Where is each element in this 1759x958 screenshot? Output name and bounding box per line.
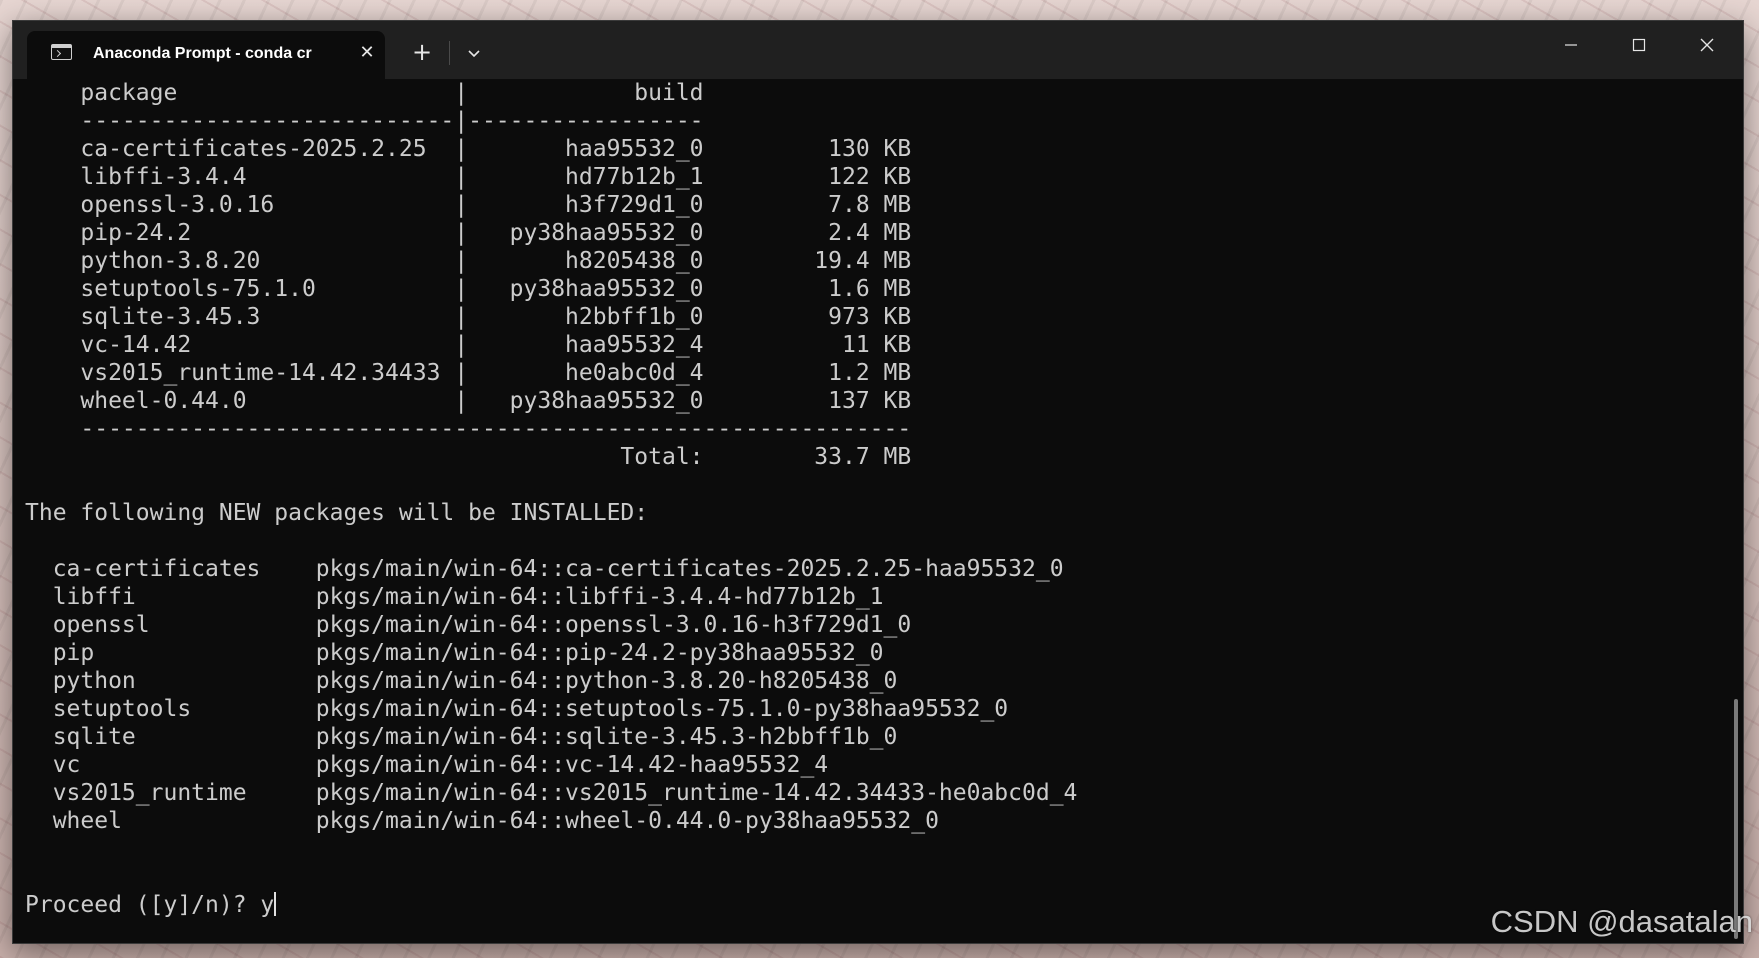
tab-anaconda-prompt[interactable]: Anaconda Prompt - conda cr ✕ bbox=[27, 31, 385, 79]
minimize-icon[interactable] bbox=[1537, 21, 1605, 69]
console-line: openssl pkgs/main/win-64::openssl-3.0.16… bbox=[25, 612, 912, 638]
console-line: Total: 33.7 MB bbox=[25, 444, 912, 470]
console-line: pip pkgs/main/win-64::pip-24.2-py38haa95… bbox=[25, 640, 884, 666]
plus-icon[interactable]: + bbox=[408, 39, 436, 67]
console-line: libffi-3.4.4 | hd77b12b_1 122 KB bbox=[25, 164, 912, 190]
window-close-icon[interactable] bbox=[1673, 21, 1741, 69]
tab-title: Anaconda Prompt - conda cr bbox=[93, 45, 312, 62]
vertical-scrollbar[interactable] bbox=[1730, 79, 1743, 943]
console-line: setuptools pkgs/main/win-64::setuptools-… bbox=[25, 696, 1009, 722]
maximize-icon[interactable] bbox=[1605, 21, 1673, 69]
console-line: sqlite pkgs/main/win-64::sqlite-3.45.3-h… bbox=[25, 724, 898, 750]
text-cursor bbox=[274, 892, 277, 916]
console-line: vs2015_runtime-14.42.34433 | he0abc0d_4 … bbox=[25, 360, 912, 386]
console-line: vc-14.42 | haa95532_4 11 KB bbox=[25, 332, 912, 358]
console-line: package | build bbox=[25, 80, 704, 106]
console-prompt-line: Proceed ([y]/n)? y bbox=[25, 891, 1729, 919]
console-line: vs2015_runtime pkgs/main/win-64::vs2015_… bbox=[25, 780, 1078, 806]
console-line: wheel-0.44.0 | py38haa95532_0 137 KB bbox=[25, 388, 912, 414]
console-line: ----------------------------------------… bbox=[25, 416, 912, 442]
console-line: ca-certificates pkgs/main/win-64::ca-cer… bbox=[25, 556, 1064, 582]
console-line: setuptools-75.1.0 | py38haa95532_0 1.6 M… bbox=[25, 276, 912, 302]
watermark: CSDN @dasatalan bbox=[1490, 904, 1753, 939]
terminal-window: Anaconda Prompt - conda cr ✕ + package |… bbox=[12, 20, 1744, 944]
console-line: ca-certificates-2025.2.25 | haa95532_0 1… bbox=[25, 136, 912, 162]
scrollbar-thumb[interactable] bbox=[1734, 699, 1738, 939]
console-line: libffi pkgs/main/win-64::libffi-3.4.4-hd… bbox=[25, 584, 884, 610]
tab-divider bbox=[449, 41, 450, 65]
title-bar[interactable]: Anaconda Prompt - conda cr ✕ + bbox=[13, 21, 1743, 79]
console-line: pip-24.2 | py38haa95532_0 2.4 MB bbox=[25, 220, 912, 246]
chevron-down-icon[interactable] bbox=[460, 39, 488, 67]
close-icon[interactable]: ✕ bbox=[355, 41, 379, 65]
console-line: ---------------------------|------------… bbox=[25, 108, 704, 134]
console-output[interactable]: package | build ------------------------… bbox=[13, 79, 1729, 943]
console-line: python pkgs/main/win-64::python-3.8.20-h… bbox=[25, 668, 898, 694]
console-line: python-3.8.20 | h8205438_0 19.4 MB bbox=[25, 248, 912, 274]
terminal-icon bbox=[51, 44, 72, 60]
console-line: wheel pkgs/main/win-64::wheel-0.44.0-py3… bbox=[25, 808, 939, 834]
console-line: vc pkgs/main/win-64::vc-14.42-haa95532_4 bbox=[25, 752, 829, 778]
console-line: The following NEW packages will be INSTA… bbox=[25, 500, 649, 526]
console-line: sqlite-3.45.3 | h2bbff1b_0 973 KB bbox=[25, 304, 912, 330]
console-line: openssl-3.0.16 | h3f729d1_0 7.8 MB bbox=[25, 192, 912, 218]
console-prompt: Proceed ([y]/n)? y bbox=[25, 892, 275, 918]
